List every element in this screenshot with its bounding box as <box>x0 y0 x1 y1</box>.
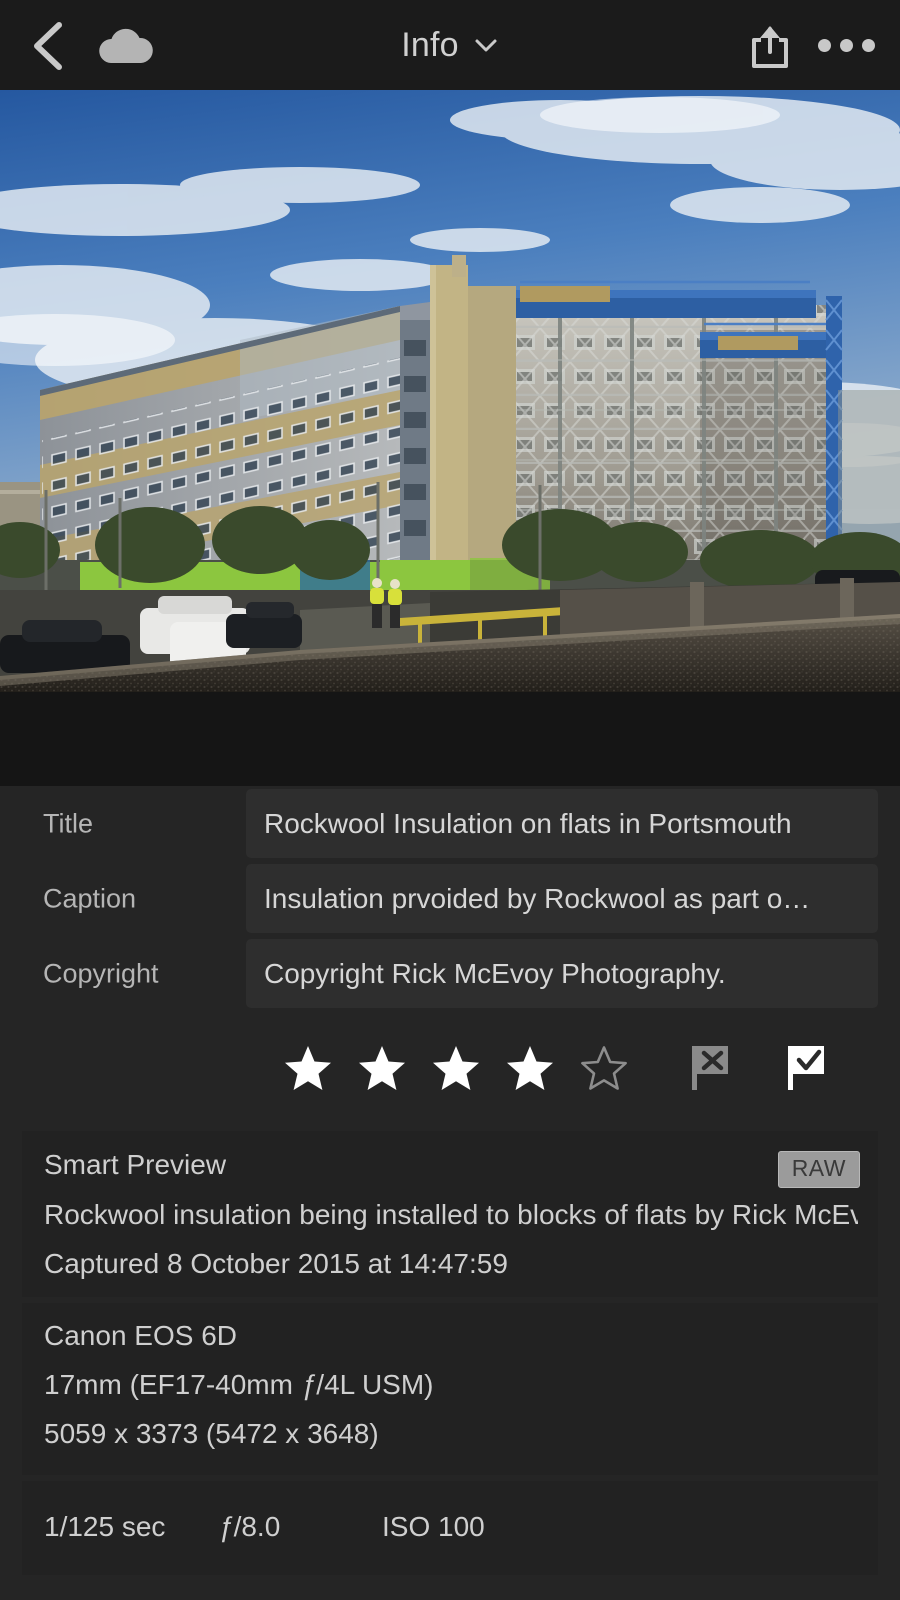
title-input[interactable]: Rockwool Insulation on flats in Portsmou… <box>246 789 878 858</box>
image-dimensions: 5059 x 3373 (5472 x 3648) <box>44 1418 379 1449</box>
chevron-down-icon <box>475 39 497 52</box>
smart-preview-card: Smart Preview RAW Rockwool insulation be… <box>22 1131 878 1297</box>
star-rating[interactable] <box>283 1044 629 1092</box>
capture-datetime: Captured 8 October 2015 at 14:47:59 <box>44 1248 508 1279</box>
camera-body: Canon EOS 6D <box>44 1320 237 1351</box>
aperture: ƒ/8.0 <box>218 1511 280 1543</box>
lens-suffix: /4L USM) <box>316 1369 434 1400</box>
top-navigation-bar: Info <box>0 0 900 90</box>
flag-pick-icon[interactable] <box>784 1044 828 1092</box>
flag-reject-icon[interactable] <box>688 1044 732 1092</box>
star-3-filled[interactable] <box>431 1044 481 1092</box>
star-5-empty[interactable] <box>579 1044 629 1092</box>
photo-description: Rockwool insulation being installed to b… <box>44 1199 858 1230</box>
exposure-row: 1/125 sec ƒ/8.0 ISO 100 <box>22 1511 878 1551</box>
raw-badge: RAW <box>777 1151 860 1188</box>
flag-controls <box>688 1044 828 1092</box>
photo-image <box>0 90 900 692</box>
rating-flag-row <box>0 1024 900 1112</box>
field-row-caption: Caption Insulation prvoided by Rockwool … <box>0 861 900 936</box>
more-dot-2 <box>839 38 853 52</box>
lens-focal-prefix: 17mm (EF17-40mm <box>44 1369 301 1400</box>
photo-viewer-area <box>0 90 900 786</box>
star-1-filled[interactable] <box>283 1044 333 1092</box>
lens-info: 17mm (EF17-40mm ƒ/4L USM) <box>44 1369 434 1401</box>
aperture-value: /8.0 <box>233 1511 281 1542</box>
smart-preview-status: Smart Preview <box>44 1149 227 1180</box>
photo-preview[interactable] <box>0 90 900 692</box>
copyright-input[interactable]: Copyright Rick McEvoy Photography. <box>246 939 878 1008</box>
caption-input[interactable]: Insulation prvoided by Rockwool as part … <box>246 864 878 933</box>
page-title: Info <box>401 25 459 64</box>
more-dot-1 <box>817 38 831 52</box>
caption-value: Insulation prvoided by Rockwool as part … <box>264 882 811 914</box>
more-dot-3 <box>861 38 875 52</box>
camera-info-card: Canon EOS 6D 17mm (EF17-40mm ƒ/4L USM) 5… <box>22 1303 878 1475</box>
field-row-title: Title Rockwool Insulation on flats in Po… <box>0 786 900 861</box>
field-row-copyright: Copyright Copyright Rick McEvoy Photogra… <box>0 936 900 1011</box>
aperture-f-symbol: ƒ <box>218 1511 234 1542</box>
label-title: Title <box>43 808 94 838</box>
star-4-filled[interactable] <box>505 1044 555 1092</box>
label-copyright: Copyright <box>43 958 159 988</box>
shutter-speed: 1/125 sec <box>44 1511 166 1542</box>
lens-f-symbol: ƒ <box>300 1369 317 1400</box>
more-options-button[interactable] <box>812 28 880 62</box>
share-export-icon <box>752 26 788 68</box>
lightroom-info-screen: Info Title Rockwool Insulation on flats … <box>0 0 900 1600</box>
title-value: Rockwool Insulation on flats in Portsmou… <box>264 807 792 839</box>
iso-value: ISO 100 <box>382 1511 485 1542</box>
label-caption: Caption <box>43 883 137 913</box>
share-button[interactable] <box>744 20 796 72</box>
star-2-filled[interactable] <box>357 1044 407 1092</box>
copyright-value: Copyright Rick McEvoy Photography. <box>264 957 726 989</box>
exposure-info-card: 1/125 sec ƒ/8.0 ISO 100 <box>22 1481 878 1575</box>
